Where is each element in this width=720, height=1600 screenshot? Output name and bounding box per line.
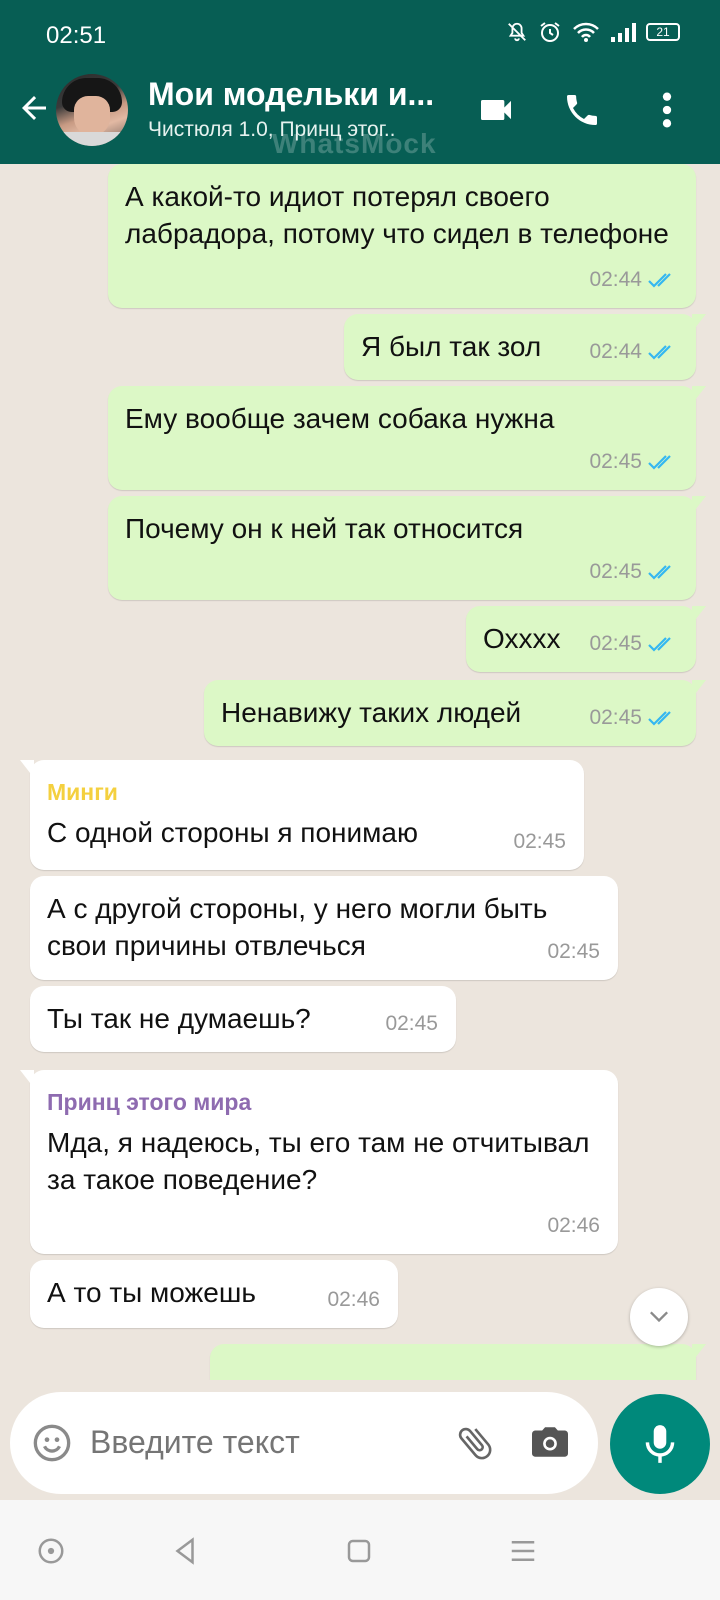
alarm-icon [540, 22, 560, 42]
chevron-down-icon [650, 1311, 668, 1323]
phone-icon[interactable] [562, 90, 602, 130]
message-time: 02:44 [589, 340, 642, 363]
video-call-icon[interactable] [476, 90, 516, 130]
scroll-to-bottom-button[interactable] [630, 1288, 688, 1346]
message-text: С одной стороны я понимаю [47, 817, 418, 848]
mute-icon [508, 22, 526, 42]
message-bubble[interactable]: А то ты можешь 02:46 [30, 1260, 398, 1328]
message-bubble[interactable]: А какой-то идиот потерял своего лабрадор… [108, 164, 696, 308]
read-ticks-icon [648, 454, 671, 470]
more-vert-icon[interactable] [660, 90, 674, 130]
message-text: Почему он к ней так относится [125, 513, 524, 544]
message-meta: 02:46 [327, 1281, 380, 1318]
message-text: Ему вообще зачем собака нужна [125, 403, 555, 434]
message-text: Ты так не думаешь? [47, 1003, 311, 1034]
message-bubble-partial[interactable] [210, 1344, 706, 1380]
message-meta: 02:45 [547, 933, 600, 970]
message-time: 02:45 [547, 940, 600, 963]
message-meta: 02:45 [589, 443, 678, 480]
message-time: 02:45 [589, 450, 642, 473]
message-bubble[interactable]: Ненавижу таких людей 02:45 [204, 680, 706, 746]
message-meta: 02:45 [589, 553, 678, 590]
nav-assistant-icon[interactable] [36, 1536, 66, 1566]
emoji-icon[interactable] [32, 1423, 72, 1463]
message-meta: 02:45 [513, 823, 566, 860]
status-icons: 21 [506, 20, 680, 44]
message-bubble[interactable]: Ему вообще зачем собака нужна 02:45 [108, 386, 706, 490]
camera-icon[interactable] [530, 1424, 570, 1460]
message-time: 02:45 [589, 706, 642, 729]
read-ticks-icon [648, 272, 671, 288]
status-time: 02:51 [46, 22, 107, 49]
message-bubble[interactable]: Я был так зол 02:44 [344, 314, 706, 380]
read-ticks-icon [648, 710, 671, 726]
message-bubble[interactable]: А с другой стороны, у него могли быть св… [30, 876, 618, 980]
mic-icon [645, 1425, 675, 1463]
avatar[interactable] [56, 74, 128, 146]
message-meta: 02:45 [589, 625, 678, 662]
message-time: 02:46 [547, 1214, 600, 1237]
read-ticks-icon [648, 564, 671, 580]
nav-recents-icon[interactable] [508, 1536, 538, 1566]
system-nav-bar [0, 1500, 720, 1600]
message-bubble[interactable]: Ты так не думаешь? 02:45 [30, 986, 456, 1052]
message-meta: 02:45 [385, 1005, 438, 1042]
message-text: А какой-то идиот потерял своего лабрадор… [125, 181, 669, 249]
message-composer[interactable] [10, 1392, 598, 1494]
sender-name[interactable]: Минги [47, 774, 118, 811]
message-bubble[interactable]: Принц этого мира Мда, я надеюсь, ты его … [20, 1070, 618, 1254]
message-meta: 02:44 [589, 333, 678, 370]
signal-icon [611, 23, 636, 42]
wifi-icon [573, 22, 599, 42]
watermark: WhatsMock [272, 128, 437, 159]
message-time: 02:44 [589, 268, 642, 291]
battery-icon: 21 [646, 23, 680, 41]
nav-back-icon[interactable] [170, 1536, 200, 1566]
back-arrow-icon[interactable] [16, 90, 52, 126]
message-text: Мда, я надеюсь, ты его там не отчитывал … [47, 1127, 590, 1195]
message-time: 02:45 [589, 560, 642, 583]
message-time: 02:45 [513, 830, 566, 853]
status-bar: 02:51 21 [0, 0, 720, 56]
message-time: 02:45 [589, 632, 642, 655]
read-ticks-icon [648, 344, 671, 360]
mic-button[interactable] [610, 1394, 710, 1494]
message-text: А с другой стороны, у него могли быть св… [47, 893, 548, 961]
message-list[interactable]: А какой-то идиот потерял своего лабрадор… [0, 164, 720, 1380]
message-input[interactable] [90, 1422, 430, 1462]
message-bubble[interactable]: Почему он к ней так относится 02:45 [108, 496, 706, 600]
message-bubble[interactable]: Минги С одной стороны я понимаю 02:45 [20, 760, 584, 870]
message-time: 02:45 [385, 1012, 438, 1035]
chat-title[interactable]: Мои модельки и... [148, 76, 434, 113]
message-bubble[interactable]: Охххх 02:45 [466, 606, 706, 672]
message-meta: 02:46 [547, 1207, 600, 1244]
message-time: 02:46 [327, 1288, 380, 1311]
nav-home-icon[interactable] [344, 1536, 374, 1566]
attach-icon[interactable] [454, 1422, 496, 1464]
read-ticks-icon [648, 636, 671, 652]
sender-name[interactable]: Принц этого мира [47, 1084, 251, 1121]
message-meta: 02:44 [589, 261, 678, 298]
chat-header: Мои модельки и... Чистюля 1.0, Принц это… [0, 56, 720, 164]
message-meta: 02:45 [589, 699, 678, 736]
